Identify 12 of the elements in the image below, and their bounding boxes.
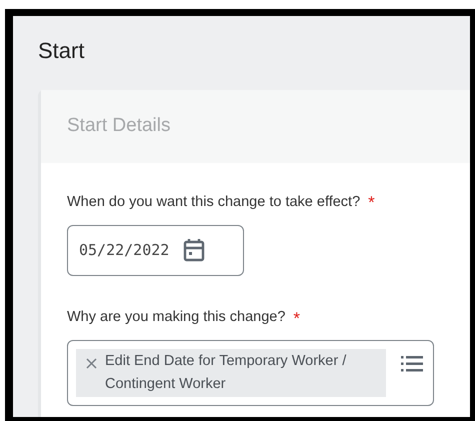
chip-label: Edit End Date for Temporary Worker / Contingent Worker xyxy=(105,352,348,394)
list-icon[interactable] xyxy=(401,355,423,373)
required-asterisk: * xyxy=(368,192,375,214)
page-title: Start xyxy=(38,37,86,65)
required-asterisk: * xyxy=(293,308,300,330)
select-field[interactable]: Edit End Date for Temporary Worker / Contingent Worker xyxy=(67,340,434,406)
field-label: When do you want this change to take effect? xyxy=(67,192,360,212)
date-input-field[interactable]: 05/22/2022 xyxy=(67,224,244,276)
field-label: Why are you making this change? xyxy=(67,308,286,328)
card-title: Start Details xyxy=(67,114,170,138)
remove-icon[interactable] xyxy=(86,358,97,369)
calendar-icon[interactable] xyxy=(183,238,206,262)
